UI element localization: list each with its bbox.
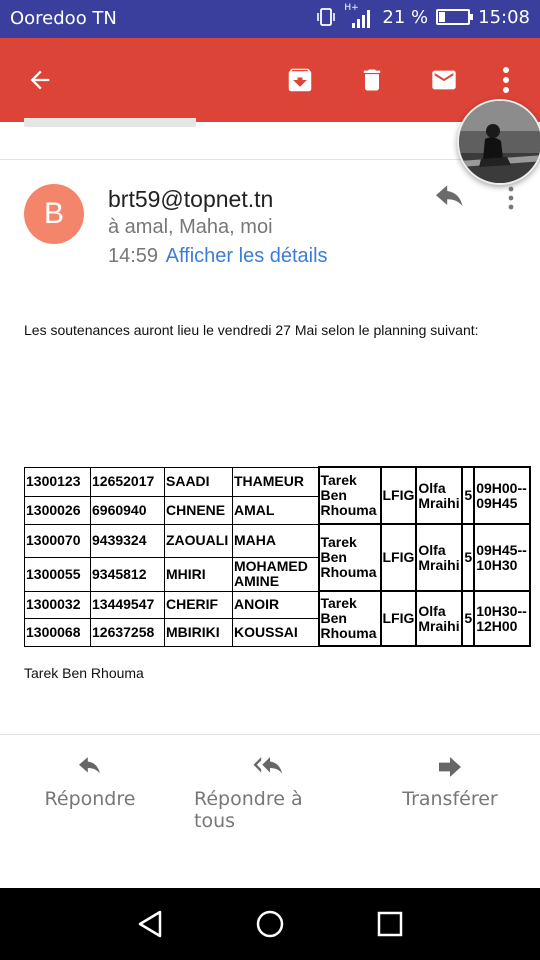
table-row: 1300032 13449547 CHERIF ANOIR Tarek Ben Rhou… bbox=[24, 590, 532, 647]
reply-all-icon bbox=[253, 757, 283, 774]
user-photo-icon bbox=[459, 101, 540, 183]
time-slot-cell: 09H00--09H45 bbox=[473, 466, 532, 525]
student-id-cell: 1300123 bbox=[24, 466, 91, 497]
last-name-cell: MBIRIKI bbox=[164, 617, 233, 647]
actions-divider bbox=[0, 734, 540, 735]
table-row: 1300123 12652017 SAADI THAMEUR Tarek Ben Rho… bbox=[24, 466, 532, 525]
archive-button[interactable] bbox=[280, 60, 320, 100]
email-toolbar bbox=[0, 38, 540, 122]
sender-avatar-letter: B bbox=[43, 197, 64, 230]
vibrate-icon bbox=[317, 8, 336, 26]
nav-back-icon bbox=[138, 910, 162, 938]
jury-cell: Olfa Mraihi bbox=[415, 466, 464, 525]
first-name-cell: KOUSSAI bbox=[232, 617, 319, 647]
reply-all-label: Répondre à tous bbox=[194, 788, 303, 832]
nav-home-button[interactable] bbox=[250, 906, 290, 942]
first-name-cell: MAHA bbox=[232, 523, 319, 558]
last-name-cell: SAADI bbox=[164, 466, 233, 497]
signal-icon: H+ bbox=[344, 3, 374, 28]
first-name-cell: AMAL bbox=[232, 495, 319, 525]
forward-icon bbox=[439, 757, 461, 777]
nav-recents-icon bbox=[377, 911, 403, 937]
room-cell: 5 bbox=[461, 523, 476, 592]
header-divider bbox=[0, 159, 540, 160]
student-cin-cell: 12652017 bbox=[90, 466, 165, 497]
student-cin-cell: 9439324 bbox=[90, 523, 165, 558]
program-cell: LFIG bbox=[379, 466, 418, 525]
gmail-email-screen: Ooredoo TN H+ 21 % 15:08 B brt59@topnet.… bbox=[0, 0, 540, 960]
header-reply-button[interactable] bbox=[432, 184, 468, 212]
jury-cell: Olfa Mraihi bbox=[415, 523, 464, 592]
carrier-name: Ooredoo TN bbox=[10, 8, 117, 29]
email-body-text: Les soutenances auront lieu le vendredi … bbox=[24, 322, 479, 338]
room-cell: 5 bbox=[461, 590, 476, 647]
email-actions: Répondre Répondre à tous Transférer bbox=[0, 756, 540, 832]
mark-unread-icon bbox=[432, 70, 456, 90]
student-id-cell: 1300032 bbox=[24, 590, 91, 619]
clock: 15:08 bbox=[478, 6, 530, 28]
nav-recents-button[interactable] bbox=[370, 906, 410, 942]
more-vert-icon bbox=[503, 67, 509, 93]
nav-home-icon bbox=[256, 910, 284, 938]
account-avatar[interactable] bbox=[457, 99, 540, 185]
back-arrow-icon bbox=[30, 70, 50, 90]
last-name-cell: CHNENE bbox=[164, 495, 233, 525]
student-cin-cell: 6960940 bbox=[90, 495, 165, 525]
nav-back-button[interactable] bbox=[130, 906, 170, 942]
battery-icon bbox=[436, 9, 474, 25]
forward-button[interactable]: Transférer bbox=[402, 756, 498, 810]
status-icons: H+ 21 % 15:08 bbox=[316, 3, 530, 28]
supervisor-cell: Tarek Ben Rhouma bbox=[317, 590, 382, 647]
more-vert-icon bbox=[508, 186, 514, 210]
last-name-cell: MHIRI bbox=[164, 556, 233, 592]
status-bar: Ooredoo TN H+ 21 % 15:08 bbox=[0, 0, 540, 38]
room-cell: 5 bbox=[461, 466, 476, 525]
reply-icon bbox=[79, 757, 100, 774]
archive-icon bbox=[288, 68, 312, 92]
back-button[interactable] bbox=[20, 60, 60, 100]
first-name-cell: MOHAMED AMINE bbox=[232, 556, 319, 592]
supervisor-cell: Tarek Ben Rhouma bbox=[317, 466, 382, 525]
program-cell: LFIG bbox=[379, 523, 418, 592]
more-options-button[interactable] bbox=[488, 60, 524, 100]
table-row: 1300070 9439324 ZAOUALI MAHA Tarek Ben Rhoum… bbox=[24, 523, 532, 592]
header-more-button[interactable] bbox=[504, 186, 518, 212]
email-time: 14:59 bbox=[108, 245, 159, 267]
show-details-link[interactable]: Afficher les détails bbox=[166, 245, 328, 267]
defense-schedule-table: 1300123 12652017 SAADI THAMEUR Tarek Ben Rho… bbox=[24, 466, 532, 647]
mark-unread-button[interactable] bbox=[424, 60, 464, 100]
last-name-cell: CHERIF bbox=[164, 590, 233, 619]
battery-percent: 21 % bbox=[382, 6, 429, 28]
reply-label: Répondre bbox=[44, 788, 136, 810]
student-id-cell: 1300026 bbox=[24, 495, 91, 525]
jury-cell: Olfa Mraihi bbox=[415, 590, 464, 647]
reply-all-button[interactable]: Répondre à tous bbox=[194, 756, 346, 832]
subject-label-chip bbox=[24, 118, 196, 127]
email-time-row: 14:59 Afficher les détails bbox=[108, 245, 328, 268]
student-cin-cell: 13449547 bbox=[90, 590, 165, 619]
time-slot-cell: 09H45--10H30 bbox=[473, 523, 532, 592]
first-name-cell: ANOIR bbox=[232, 590, 319, 619]
sender-address: brt59@topnet.tn bbox=[108, 186, 274, 212]
forward-label: Transférer bbox=[402, 788, 498, 810]
student-cin-cell: 12637258 bbox=[90, 617, 165, 647]
supervisor-cell: Tarek Ben Rhouma bbox=[317, 523, 382, 592]
reply-icon bbox=[436, 185, 463, 207]
delete-button[interactable] bbox=[352, 60, 392, 100]
sender-avatar[interactable]: B bbox=[24, 184, 84, 244]
student-cin-cell: 9345812 bbox=[90, 556, 165, 592]
student-id-cell: 1300055 bbox=[24, 556, 91, 592]
last-name-cell: ZAOUALI bbox=[164, 523, 233, 558]
student-id-cell: 1300070 bbox=[24, 523, 91, 558]
time-slot-cell: 10H30--12H00 bbox=[473, 590, 532, 647]
student-id-cell: 1300068 bbox=[24, 617, 91, 647]
system-navigation-bar bbox=[0, 888, 540, 960]
delete-icon bbox=[363, 69, 381, 91]
program-cell: LFIG bbox=[379, 590, 418, 647]
reply-button[interactable]: Répondre bbox=[44, 756, 136, 810]
recipients: à amal, Maha, moi bbox=[108, 216, 273, 238]
email-signature: Tarek Ben Rhouma bbox=[24, 665, 144, 681]
first-name-cell: THAMEUR bbox=[232, 466, 319, 497]
